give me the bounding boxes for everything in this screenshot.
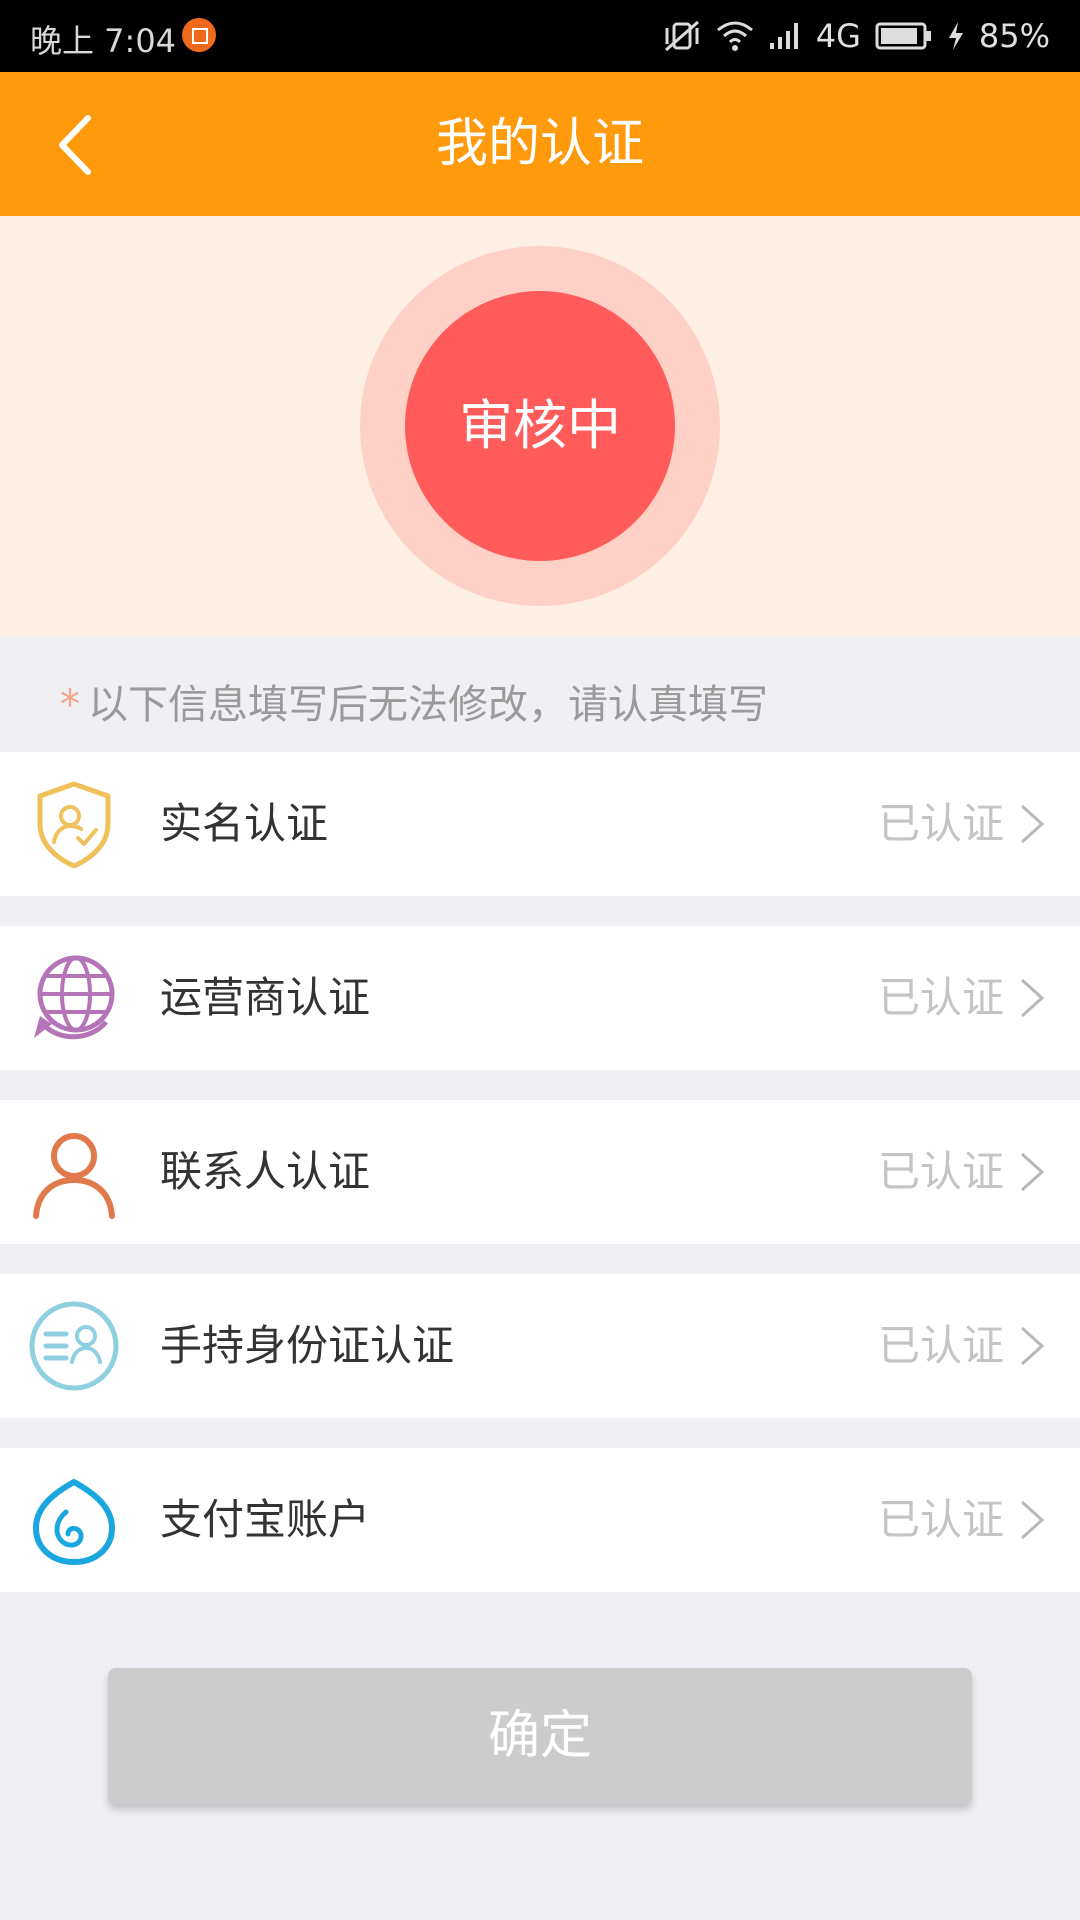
battery-icon xyxy=(875,22,931,50)
verification-status-panel: 审核中 xyxy=(0,216,1080,636)
chevron-right-icon xyxy=(1020,978,1045,1018)
chevron-right-icon xyxy=(1020,804,1045,844)
auth-item-label: 实名认证 xyxy=(160,799,329,848)
confirm-button[interactable]: 确定 xyxy=(108,1668,972,1804)
auth-item-alipay[interactable]: 支付宝账户 已认证 xyxy=(0,1448,1080,1592)
back-arrow-icon xyxy=(59,115,91,175)
signal-icon xyxy=(769,23,798,49)
auth-item-status: 已认证 xyxy=(877,799,1004,848)
auth-item-label: 运营商认证 xyxy=(160,973,371,1022)
notice-text: * 以下信息填写后无法修改，请认真填写 xyxy=(60,672,768,730)
auth-item-contacts[interactable]: 联系人认证 已认证 xyxy=(0,1100,1080,1244)
title-bar: 我的认证 xyxy=(0,72,1080,216)
notification-badge-icon xyxy=(182,18,216,52)
status-bar: 晚上 7:04 4G 85% xyxy=(0,0,1080,72)
status-time: 晚上 7:04 xyxy=(30,22,177,60)
chevron-right-icon xyxy=(1020,1326,1045,1366)
notice-message: 以下信息填写后无法修改，请认真填写 xyxy=(88,682,768,728)
status-circle: 审核中 xyxy=(405,291,675,561)
person-icon xyxy=(33,1133,115,1219)
required-asterisk: * xyxy=(60,682,80,728)
alipay-icon xyxy=(32,1478,116,1566)
auth-item-status: 已认证 xyxy=(877,1321,1004,1370)
status-circle-outer: 审核中 xyxy=(360,246,720,606)
auth-item-status: 已认证 xyxy=(877,1147,1004,1196)
auth-item-label: 联系人认证 xyxy=(160,1147,371,1196)
wifi-icon xyxy=(716,21,753,51)
chevron-right-icon xyxy=(1020,1152,1045,1192)
network-type: 4G xyxy=(815,17,861,55)
id-card-icon xyxy=(29,1301,119,1391)
battery-level: 85% xyxy=(978,17,1050,55)
charging-icon xyxy=(948,22,963,50)
globe-icon xyxy=(34,955,115,1040)
auth-item-label: 手持身份证认证 xyxy=(160,1321,455,1370)
vibrate-off-icon xyxy=(664,20,699,52)
status-icons: 4G 85% xyxy=(662,14,1050,58)
auth-item-real-name[interactable]: 实名认证 已认证 xyxy=(0,752,1080,896)
auth-item-status: 已认证 xyxy=(877,1495,1004,1544)
page-title: 我的认证 xyxy=(435,114,644,174)
auth-item-id-photo[interactable]: 手持身份证认证 已认证 xyxy=(0,1274,1080,1418)
shield-person-icon xyxy=(37,781,111,869)
back-button[interactable] xyxy=(40,100,120,190)
auth-item-carrier[interactable]: 运营商认证 已认证 xyxy=(0,926,1080,1070)
auth-item-label: 支付宝账户 xyxy=(160,1495,371,1544)
chevron-right-icon xyxy=(1020,1500,1045,1540)
auth-item-status: 已认证 xyxy=(877,973,1004,1022)
